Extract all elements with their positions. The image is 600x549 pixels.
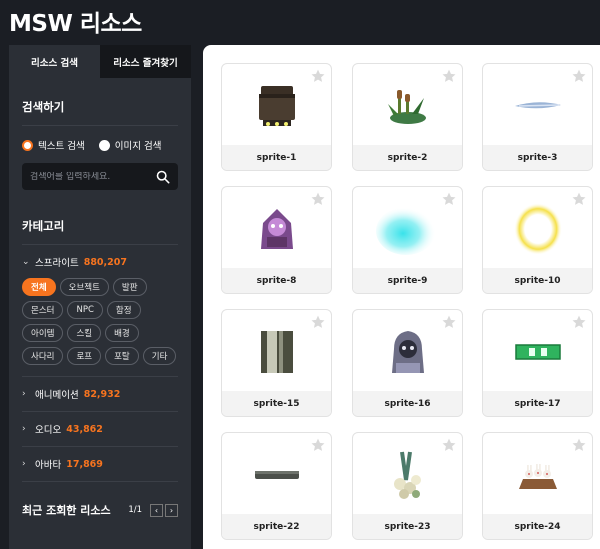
resource-card[interactable]: sprite-24	[482, 432, 593, 540]
resource-card-label: sprite-15	[222, 391, 331, 416]
resource-card-label: sprite-3	[483, 145, 592, 170]
resource-card[interactable]: sprite-1	[221, 63, 332, 171]
resource-grid: sprite-1 sprite-2 sprite-3 sprite-8 spri…	[203, 45, 600, 549]
image-search-radio[interactable]: 이미지 검색	[98, 138, 162, 152]
text-search-label: 텍스트 검색	[38, 141, 85, 152]
resource-card-label: sprite-22	[222, 514, 331, 539]
recent-resources-header: 최근 조회한 리소스 1/1 ‹ ›	[22, 482, 178, 518]
star-icon[interactable]	[441, 314, 457, 330]
chip-item[interactable]: 아이템	[22, 324, 64, 342]
search-section-title: 검색하기	[22, 78, 178, 126]
chevron-right-icon: ›	[22, 459, 26, 469]
search-mode-group: 텍스트 검색 이미지 검색	[22, 126, 178, 152]
search-box	[22, 163, 178, 190]
chip-npc[interactable]: NPC	[67, 301, 103, 319]
resource-card[interactable]: sprite-9	[352, 186, 463, 294]
category-sprite-count: 880,207	[83, 256, 127, 268]
chevron-down-icon: ⌄	[22, 257, 30, 267]
search-input[interactable]	[30, 171, 156, 182]
recent-resources-title: 최근 조회한 리소스	[22, 504, 111, 517]
resource-card-label: sprite-16	[353, 391, 462, 416]
chip-background[interactable]: 배경	[105, 324, 139, 342]
chip-rope[interactable]: 로프	[67, 347, 102, 365]
tab-resource-favorites[interactable]: 리소스 즐겨찾기	[100, 45, 191, 78]
resource-card[interactable]: sprite-17	[482, 309, 593, 417]
chip-all[interactable]: 전체	[22, 278, 56, 296]
prev-page-button[interactable]: ‹	[150, 503, 163, 517]
star-icon[interactable]	[571, 68, 587, 84]
resource-card-label: sprite-17	[483, 391, 592, 416]
category-avatar[interactable]: › 아바타 17,869	[22, 447, 178, 482]
category-avatar-label: 아바타	[35, 460, 62, 471]
resource-card[interactable]: sprite-23	[352, 432, 463, 540]
star-icon[interactable]	[441, 191, 457, 207]
tab-bar: 리소스 검색 리소스 즐겨찾기	[9, 45, 191, 78]
resource-card-label: sprite-2	[353, 145, 462, 170]
resource-card[interactable]: sprite-8	[221, 186, 332, 294]
chip-monster[interactable]: 몬스터	[22, 301, 64, 319]
next-page-button[interactable]: ›	[165, 503, 178, 517]
resource-card-label: sprite-23	[353, 514, 462, 539]
search-icon[interactable]	[156, 170, 170, 184]
star-icon[interactable]	[571, 314, 587, 330]
image-search-label: 이미지 검색	[114, 141, 162, 152]
resource-card[interactable]: sprite-15	[221, 309, 332, 417]
category-avatar-count: 17,869	[66, 458, 103, 470]
chip-skill[interactable]: 스킬	[67, 324, 102, 342]
category-audio-label: 오디오	[35, 425, 62, 436]
sidebar: 리소스 검색 리소스 즐겨찾기 검색하기 텍스트 검색 이미지 검색 카테고리 …	[9, 45, 191, 549]
category-audio[interactable]: › 오디오 43,862	[22, 412, 178, 447]
category-sprite-label: 스프라이트	[35, 258, 79, 269]
category-sprite[interactable]: ⌄ 스프라이트 880,207	[22, 245, 178, 270]
resource-card[interactable]: sprite-3	[482, 63, 593, 171]
text-search-radio[interactable]: 텍스트 검색	[22, 138, 85, 152]
chip-ladder[interactable]: 사다리	[22, 347, 64, 365]
chip-object[interactable]: 오브젝트	[59, 278, 109, 296]
resource-card-label: sprite-9	[353, 268, 462, 293]
resource-card[interactable]: sprite-2	[352, 63, 463, 171]
category-animation[interactable]: › 애니메이션 82,932	[22, 377, 178, 412]
category-animation-label: 애니메이션	[35, 390, 79, 401]
star-icon[interactable]	[571, 437, 587, 453]
chip-etc[interactable]: 기타	[142, 347, 177, 365]
star-icon[interactable]	[441, 68, 457, 84]
resource-card-label: sprite-10	[483, 268, 592, 293]
radio-selected-icon	[22, 139, 33, 151]
resource-card[interactable]: sprite-10	[482, 186, 593, 294]
star-icon[interactable]	[441, 437, 457, 453]
category-title: 카테고리	[22, 190, 178, 245]
star-icon[interactable]	[310, 314, 326, 330]
resource-card[interactable]: sprite-22	[221, 432, 332, 540]
chip-portal[interactable]: 포탈	[105, 347, 139, 365]
resource-card-label: sprite-8	[222, 268, 331, 293]
resource-card[interactable]: sprite-16	[352, 309, 463, 417]
chip-trap[interactable]: 함정	[106, 301, 141, 319]
sprite-chip-group: 전체 오브젝트 발판 몬스터 NPC 함정 아이템 스킬 배경 사다리 로프 포…	[22, 269, 178, 377]
app-title: MSW 리소스	[9, 11, 142, 37]
resource-card-label: sprite-1	[222, 145, 331, 170]
chevron-right-icon: ›	[22, 389, 26, 399]
radio-unselected-icon	[98, 139, 110, 151]
tab-resource-search[interactable]: 리소스 검색	[9, 45, 100, 78]
star-icon[interactable]	[310, 437, 326, 453]
category-audio-count: 43,862	[66, 423, 103, 435]
star-icon[interactable]	[571, 191, 587, 207]
star-icon[interactable]	[310, 68, 326, 84]
star-icon[interactable]	[310, 191, 326, 207]
resource-card-label: sprite-24	[483, 514, 592, 539]
recent-page-indicator: 1/1	[128, 505, 142, 515]
chip-foothold[interactable]: 발판	[112, 278, 147, 296]
category-animation-count: 82,932	[83, 388, 121, 400]
chevron-right-icon: ›	[22, 424, 26, 434]
